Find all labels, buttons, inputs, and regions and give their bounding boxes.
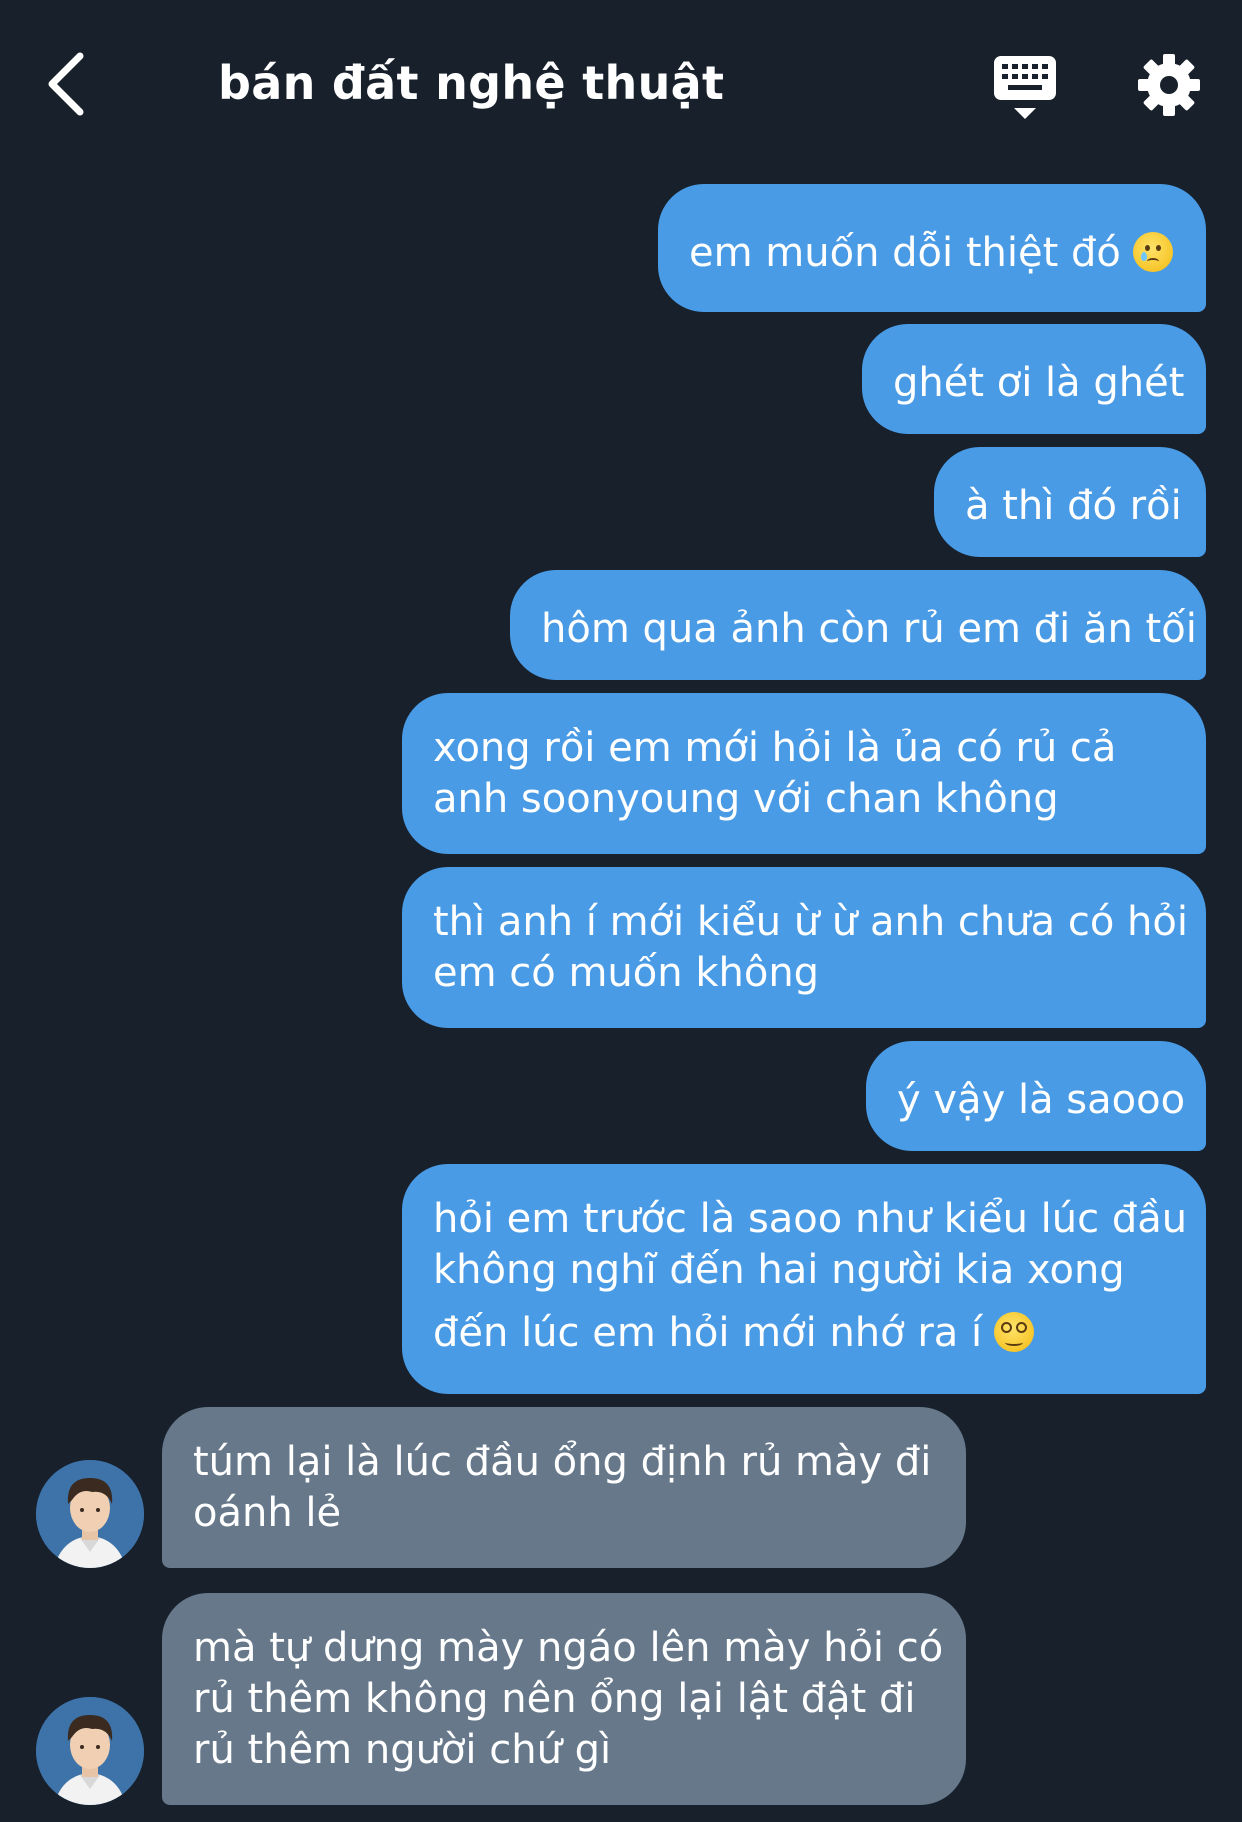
message-text: à thì đó rồi (965, 483, 1182, 529)
contact-avatar[interactable] (36, 1460, 144, 1568)
avatar-photo (36, 1460, 144, 1568)
message-bubble-sent[interactable]: em muốn dỗi thiệt đó (658, 184, 1206, 312)
message-text: hôm qua ảnh còn rủ em đi ăn tối (541, 606, 1197, 652)
message-text: túm lại là lúc đầu ổng định rủ mày đi (193, 1439, 932, 1485)
message-text: em muốn dỗi thiệt đó (689, 228, 1176, 279)
message-text: rủ thêm không nên ổng lại lật đật đi (193, 1676, 916, 1722)
message-bubble-received[interactable]: mà tự dưng mày ngáo lên mày hỏi có rủ th… (162, 1593, 966, 1805)
message-text: không nghĩ đến hai người kia xong (433, 1247, 1125, 1293)
message-bubble-sent[interactable]: ghét ơi là ghét (862, 324, 1206, 434)
message-list: em muốn dỗi thiệt đó ghét ơi là ghét à t… (0, 0, 1242, 1822)
message-text: anh soonyoung với chan không (433, 776, 1059, 822)
message-bubble-received[interactable]: túm lại là lúc đầu ổng định rủ mày đi oá… (162, 1407, 966, 1568)
message-text: em có muốn không (433, 950, 820, 996)
message-text: mà tự dưng mày ngáo lên mày hỏi có (193, 1625, 944, 1671)
message-bubble-sent[interactable]: hỏi em trước là saoo như kiểu lúc đầu kh… (402, 1164, 1206, 1394)
message-bubble-sent[interactable]: à thì đó rồi (934, 447, 1206, 557)
message-bubble-sent[interactable]: xong rồi em mới hỏi là ủa có rủ cả anh s… (402, 693, 1206, 854)
contact-avatar[interactable] (36, 1697, 144, 1805)
avatar-photo (36, 1697, 144, 1805)
message-bubble-sent[interactable]: hôm qua ảnh còn rủ em đi ăn tối (510, 570, 1206, 680)
dizzy-face-icon (994, 1312, 1035, 1352)
message-text: đến lúc em hỏi mới nhớ ra í (433, 1308, 1176, 1359)
message-text: oánh lẻ (193, 1490, 342, 1536)
message-text: xong rồi em mới hỏi là ủa có rủ cả (433, 725, 1117, 771)
message-text: ý vậy là saooo (897, 1077, 1186, 1123)
message-text: thì anh í mới kiểu ừ ừ anh chưa có hỏi (433, 899, 1188, 945)
message-text: ghét ơi là ghét (893, 360, 1185, 406)
message-bubble-sent[interactable]: thì anh í mới kiểu ừ ừ anh chưa có hỏi e… (402, 867, 1206, 1028)
message-text: hỏi em trước là saoo như kiểu lúc đầu (433, 1196, 1188, 1242)
message-text: rủ thêm người chứ gì (193, 1727, 612, 1773)
message-bubble-sent[interactable]: ý vậy là saooo (866, 1041, 1206, 1151)
crying-face-icon (1132, 232, 1173, 272)
